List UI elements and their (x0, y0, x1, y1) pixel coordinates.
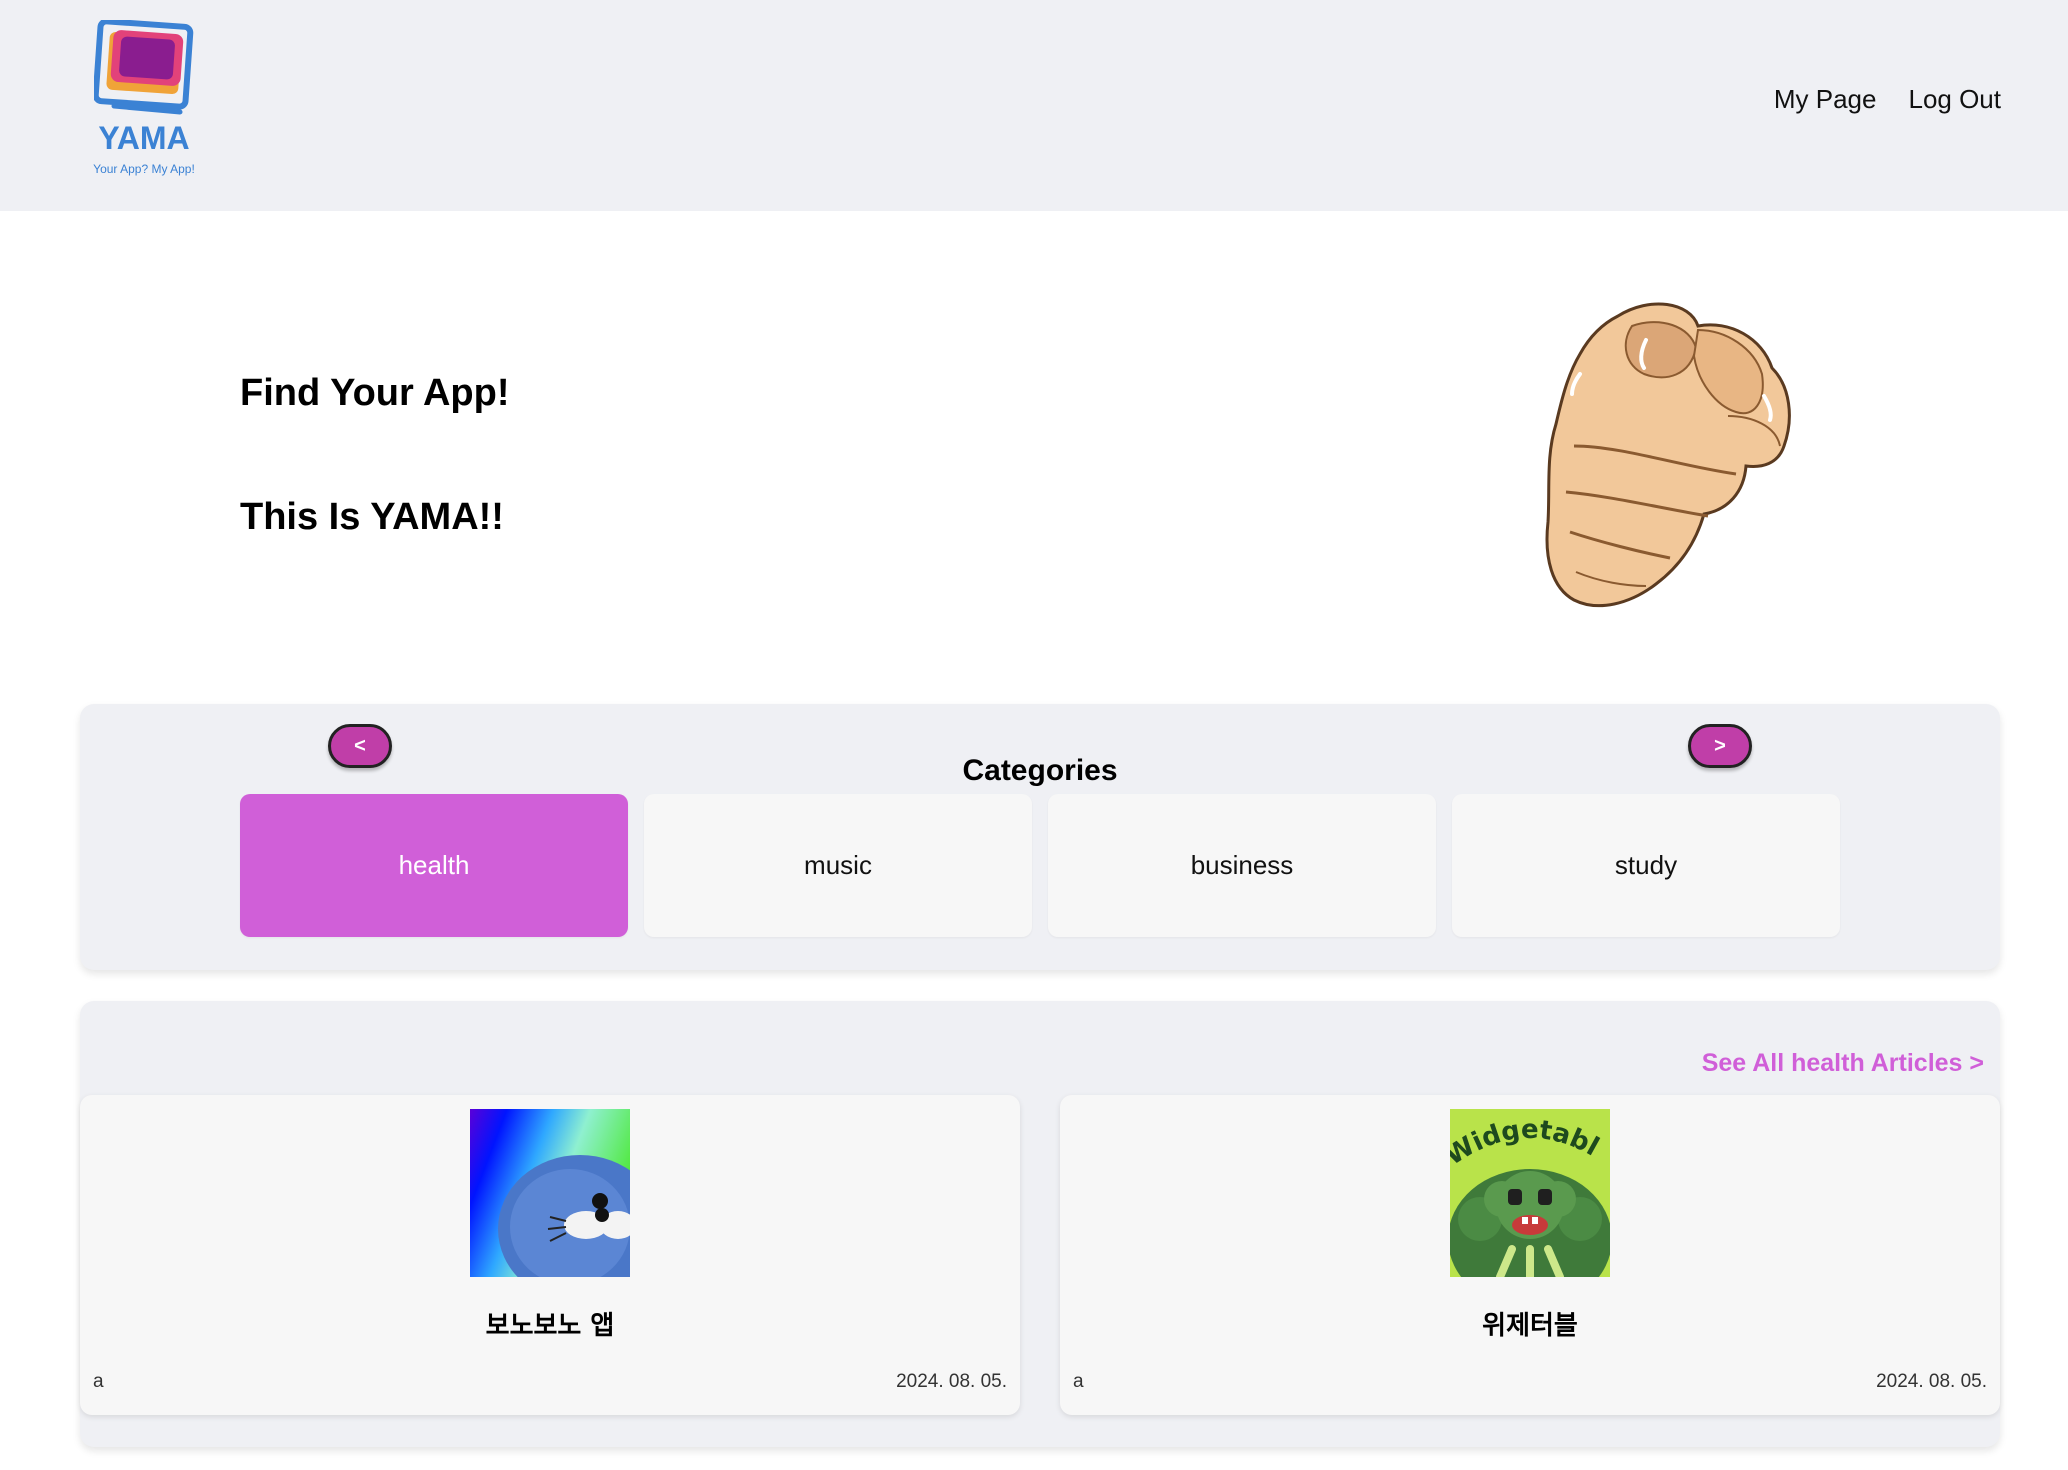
category-business[interactable]: business (1048, 794, 1436, 937)
hero-heading-yama: This Is YAMA!! (240, 496, 504, 538)
article-author: a (93, 1371, 104, 1392)
article-card[interactable]: 보노보노 앱 a 2024. 08. 05. (80, 1095, 1020, 1415)
category-study[interactable]: study (1452, 794, 1840, 937)
header-nav: My Page Log Out (1774, 84, 2001, 115)
article-date: 2024. 08. 05. (896, 1371, 1007, 1392)
hero-heading-find: Find Your App! (240, 372, 510, 414)
article-title: 보노보노 앱 (485, 1311, 615, 1341)
article-title: 위제터블 (1482, 1311, 1578, 1341)
article-author: a (1073, 1371, 1084, 1392)
tv-logo-icon (94, 20, 194, 115)
logo-tagline: Your App? My App! (93, 162, 195, 176)
see-all-articles-link[interactable]: See All health Articles > (1702, 1049, 1984, 1078)
categories-panel: < Categories > health music business stu… (80, 704, 2000, 970)
logo-name: YAMA (98, 120, 190, 156)
yama-logo[interactable]: YAMA Your App? My App! (84, 20, 204, 180)
article-date: 2024. 08. 05. (1876, 1371, 1987, 1392)
article-card[interactable]: Widgetable 위제터블 a 2024. 08. 05. (1060, 1095, 2000, 1415)
category-list: health music business study (240, 794, 1840, 937)
category-health[interactable]: health (240, 794, 628, 937)
category-music[interactable]: music (644, 794, 1032, 937)
articles-panel: See All health Articles > 보노보노 앱 a 2024.… (80, 1001, 2000, 1447)
log-out-link[interactable]: Log Out (1908, 84, 2001, 115)
categories-next-button[interactable]: > (1688, 724, 1752, 768)
my-page-link[interactable]: My Page (1774, 84, 1877, 115)
top-header: YAMA Your App? My App! My Page Log Out (0, 0, 2068, 211)
seal-app-icon (470, 1109, 630, 1277)
widgetable-app-icon: Widgetable (1450, 1109, 1610, 1277)
pointing-hand-icon (1545, 302, 1791, 608)
